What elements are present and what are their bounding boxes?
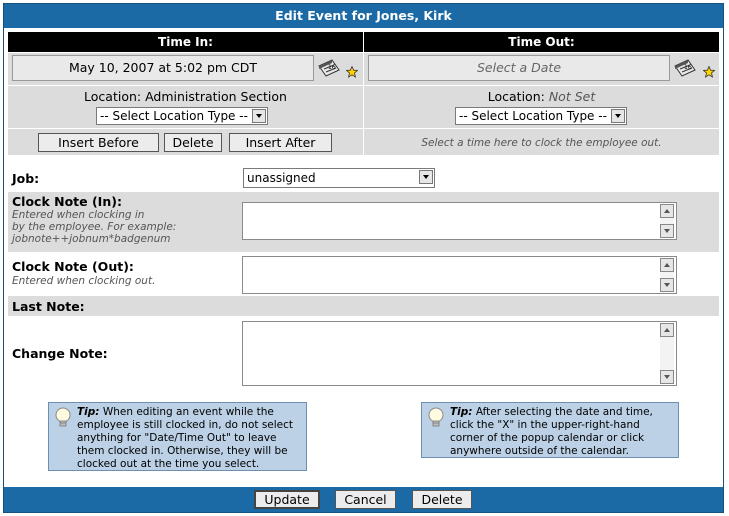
last-note-label: Last Note: [12, 299, 85, 314]
time-out-location-select[interactable]: -- Select Location Type -- [455, 107, 627, 125]
job-select[interactable]: unassigned [243, 168, 435, 188]
job-label: Job: [12, 171, 40, 186]
dialog-footer: Update Cancel Delete [4, 487, 723, 512]
last-note-row: Last Note: [8, 296, 719, 316]
chevron-down-icon [419, 170, 433, 184]
delete-button[interactable]: Delete [412, 490, 472, 509]
tip-calendar: Tip: After selecting the date and time, … [421, 402, 679, 458]
time-out-location-value: Not Set [548, 89, 596, 104]
time-in-header: Time In: [8, 32, 363, 52]
time-out-location-label: Location: Not Set [487, 89, 596, 104]
time-out-header: Time Out: [364, 32, 719, 52]
update-button[interactable]: Update [254, 490, 320, 509]
chevron-down-icon [252, 109, 266, 123]
calendar-icon[interactable]: 16 [316, 57, 342, 79]
change-note-label: Change Note: [12, 346, 108, 361]
time-out-hint: Select a time here to clock the employee… [364, 129, 719, 155]
time-in-date-field[interactable]: May 10, 2007 at 5:02 pm CDT [12, 55, 314, 81]
star-icon[interactable] [346, 66, 358, 78]
edit-event-dialog: Edit Event for Jones, Kirk Time In: Time… [3, 3, 724, 513]
clock-note-in-label: Clock Note (In): [12, 194, 122, 209]
lightbulb-icon [428, 407, 444, 427]
cancel-button[interactable]: Cancel [335, 490, 396, 509]
time-in-location-label: Location: Administration Section [84, 89, 287, 104]
clock-note-out-label-group: Clock Note (Out): Entered when clocking … [12, 259, 156, 288]
delete-event-button[interactable]: Delete [164, 133, 222, 152]
change-note-textarea[interactable] [242, 321, 677, 386]
chevron-down-icon [611, 109, 625, 123]
star-icon[interactable] [703, 66, 715, 78]
clock-note-out-label: Clock Note (Out): [12, 259, 134, 274]
scrollbar[interactable] [660, 258, 674, 292]
time-in-location-value: Administration Section [145, 89, 287, 104]
clock-note-in-textarea[interactable] [242, 202, 677, 240]
scroll-down-icon[interactable] [660, 370, 674, 384]
scrollbar[interactable] [660, 204, 674, 238]
scroll-down-icon[interactable] [660, 278, 674, 292]
scroll-down-icon[interactable] [660, 224, 674, 238]
calendar-icon[interactable]: 16 [672, 57, 698, 79]
insert-before-button[interactable]: Insert Before [38, 133, 159, 152]
svg-text:16: 16 [328, 64, 336, 71]
lightbulb-icon [55, 407, 71, 427]
scroll-up-icon[interactable] [660, 323, 674, 337]
clock-note-in-label-group: Clock Note (In): Entered when clocking i… [12, 194, 177, 246]
dialog-title: Edit Event for Jones, Kirk [4, 4, 723, 28]
tip-clocked-in: Tip: When editing an event while the emp… [48, 402, 307, 471]
time-out-date-field[interactable]: Select a Date [368, 55, 670, 81]
insert-after-button[interactable]: Insert After [229, 133, 332, 152]
clock-note-out-textarea[interactable] [242, 256, 677, 294]
svg-text:16: 16 [684, 64, 692, 71]
time-in-location-select[interactable]: -- Select Location Type -- [96, 107, 268, 125]
scroll-up-icon[interactable] [660, 204, 674, 218]
scroll-up-icon[interactable] [660, 258, 674, 272]
scrollbar[interactable] [660, 323, 674, 384]
